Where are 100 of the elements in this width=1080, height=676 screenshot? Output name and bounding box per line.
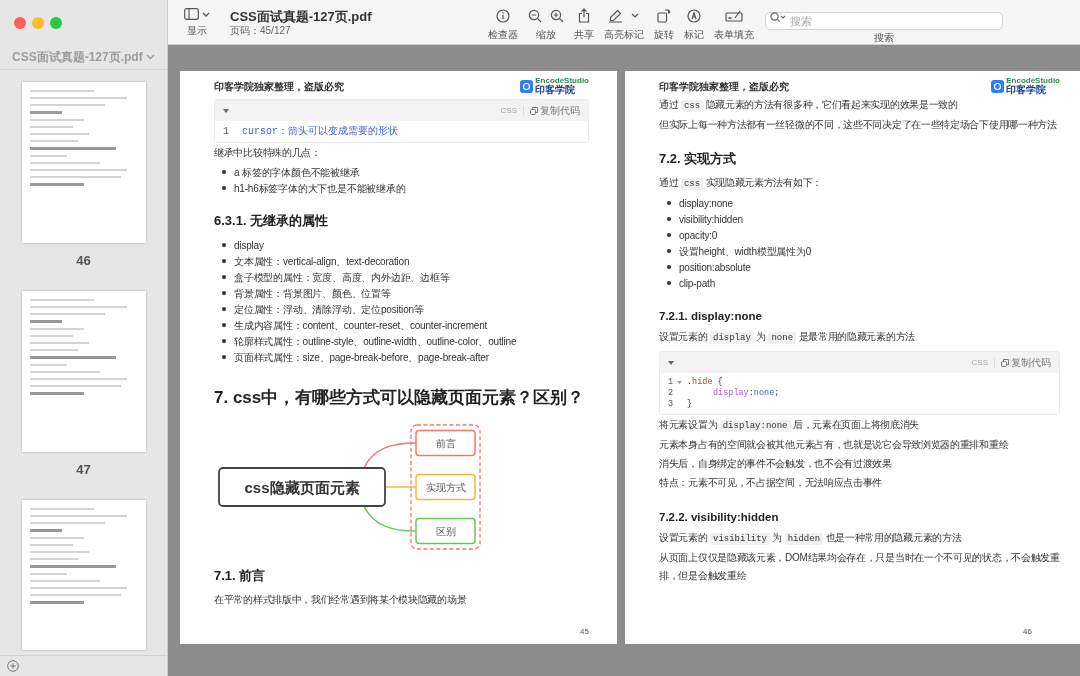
zoom-window-button[interactable] <box>50 16 62 29</box>
code-line: display:none; <box>712 387 780 400</box>
list-item: 设置height、width模型属性为0 <box>679 244 812 259</box>
list-item: 生成内容属性：content、counter-reset、counter-increment <box>234 318 488 333</box>
fold-caret-icon[interactable] <box>677 381 682 384</box>
search-label: 搜索 <box>873 31 894 45</box>
rotate-button[interactable]: 旋转 <box>652 8 675 42</box>
line-number: 1 <box>668 376 675 389</box>
bullet-icon <box>222 186 226 190</box>
form-fill-button[interactable]: 表单填充 <box>712 8 755 42</box>
code-language: CSS <box>500 104 517 117</box>
page-number: 46 <box>1023 626 1032 638</box>
page-indicator: 页码：45/127 <box>230 24 292 37</box>
chevron-down-icon <box>631 13 640 18</box>
code-line: } <box>687 398 693 411</box>
mindmap-root-node: css隐藏页面元素 <box>218 467 386 507</box>
add-icon[interactable] <box>7 660 19 672</box>
rotate-icon <box>656 8 671 23</box>
bullet-icon <box>667 201 671 205</box>
heading: 7.2. 实现方式 <box>659 150 738 168</box>
copy-code-button[interactable]: 复制代码 <box>1001 355 1051 370</box>
page-number-label: 46 <box>76 253 91 269</box>
logo-name: 印客学院 <box>1006 85 1047 95</box>
list-item: 盒子模型的属性：宽度、高度、内外边距、边框等 <box>234 270 450 285</box>
window-title: CSS面试真题-127页.pdf <box>230 9 372 24</box>
list-item: clip-path <box>679 276 715 291</box>
bullet-icon <box>222 275 226 279</box>
view-menu-button[interactable]: 显示 <box>174 8 220 38</box>
heading: 7. css中，有哪些方式可以隐藏页面元素？区别？ <box>214 387 586 409</box>
paragraph: 消失后，自身绑定的事件不会触发，也不会有过渡效果 <box>659 457 893 471</box>
copy-icon <box>530 106 538 115</box>
paragraph: 通过 css 实现隐藏元素方法有如下： <box>659 176 823 192</box>
page-thumbnail[interactable] <box>21 500 146 650</box>
list-item: 页面样式属性：size、page-break-before、page-break-after <box>234 350 489 365</box>
line-number: 3 <box>668 398 675 411</box>
line-number: 2 <box>668 387 675 400</box>
list-item: position:absolute <box>679 260 751 275</box>
code-line: .hide { <box>687 376 723 388</box>
list-item: 文本属性：vertical-align、text-decoration <box>234 254 410 269</box>
paragraph: 将元素设置为 display:none 后，元素在页面上将彻底消失 <box>659 418 921 434</box>
connector-line <box>384 486 417 488</box>
pen-circle-icon <box>686 8 701 23</box>
bullet-icon <box>222 323 226 327</box>
bullet-icon <box>222 259 226 263</box>
heading: 7.1. 前言 <box>214 567 267 585</box>
zoom-out-icon <box>527 8 542 23</box>
code-line: cursor：箭头可以变成需要的形状 <box>242 124 398 139</box>
markup-button[interactable]: 标记 <box>682 8 705 42</box>
paragraph: 在平常的样式排版中，我们经常遇到将某个模块隐藏的场景 <box>214 593 468 607</box>
mindmap-node: 区别 <box>415 517 476 545</box>
list-item: display <box>234 238 264 253</box>
close-window-button[interactable] <box>14 16 26 29</box>
list-item: display:none <box>679 196 733 211</box>
inspector-button[interactable]: 检查器 <box>486 8 519 42</box>
bullet-icon <box>222 243 226 247</box>
share-button[interactable]: 共享 <box>572 8 595 42</box>
bullet-icon <box>222 291 226 295</box>
logo-icon <box>991 79 1005 93</box>
paragraph: 但实际上每一种方法都有一丝轻微的不同，这些不同决定了在一些特定场合下使用哪一种方法 <box>659 118 1058 132</box>
list-item: visibility:hidden <box>679 212 743 227</box>
page-header-text: 印客学院独家整理，盗版必究 <box>659 79 789 94</box>
page-header-text: 印客学院独家整理，盗版必究 <box>214 79 344 94</box>
logo-icon <box>520 79 534 93</box>
form-fill-icon <box>724 8 743 23</box>
bullet-icon <box>222 307 226 311</box>
list-item: 背景属性：背景图片、颜色、位置等 <box>234 286 391 301</box>
sidebar-icon <box>184 8 199 20</box>
info-icon <box>495 8 510 23</box>
search-icon <box>769 12 786 23</box>
list-item: 轮廓样式属性：outline-style、outline-width、outline-color、outline <box>234 334 517 349</box>
copy-code-button[interactable]: 复制代码 <box>530 103 580 118</box>
bullet-icon <box>667 281 671 285</box>
mindmap-node: 实现方式 <box>415 473 476 501</box>
caret-icon[interactable] <box>668 360 674 365</box>
connector-line <box>363 442 417 469</box>
chevron-down-icon <box>202 11 210 17</box>
page-thumbnail[interactable] <box>21 291 146 452</box>
highlight-button[interactable]: 高亮标记 <box>602 8 645 42</box>
bullet-icon <box>667 249 671 253</box>
zoom-button[interactable]: 缩放 <box>526 8 565 42</box>
share-icon <box>577 8 590 23</box>
paragraph: 从页面上仅仅是隐藏该元素，DOM结果均会存在，只是当时在一个不可见的状态，不会触发重排，但是会触发重绘 <box>659 551 1060 583</box>
paragraph: 通过 css 隐藏元素的方法有很多种，它们看起来实现的效果是一致的 <box>659 98 959 114</box>
page-thumbnail[interactable] <box>21 82 146 243</box>
chevron-down-icon[interactable] <box>146 54 155 60</box>
paragraph: 设置元素的 visibility 为 hidden 也是一种常用的隐藏元素的方法 <box>659 531 963 547</box>
paragraph: 设置元素的 display 为 none 是最常用的隐藏元素的方法 <box>659 330 916 346</box>
list-item: opacity:0 <box>679 228 718 243</box>
paragraph: 特点：元素不可见，不占据空间，无法响应点击事件 <box>659 476 884 490</box>
mindmap-node: 前言 <box>415 429 476 457</box>
search-field[interactable]: 搜索 <box>764 12 1003 30</box>
heading: 6.3.1. 无继承的属性 <box>214 212 330 230</box>
bullet-icon <box>222 339 226 343</box>
bullet-icon <box>222 170 226 174</box>
logo-brand: EncodeStudio <box>1006 77 1060 85</box>
heading: 7.2.2. visibility:hidden <box>659 510 780 525</box>
list-item: 定位属性：浮动、清除浮动、定位position等 <box>234 302 424 317</box>
heading: 7.2.1. display:none <box>659 309 763 324</box>
caret-icon[interactable] <box>223 108 229 113</box>
copy-icon <box>1001 358 1009 367</box>
